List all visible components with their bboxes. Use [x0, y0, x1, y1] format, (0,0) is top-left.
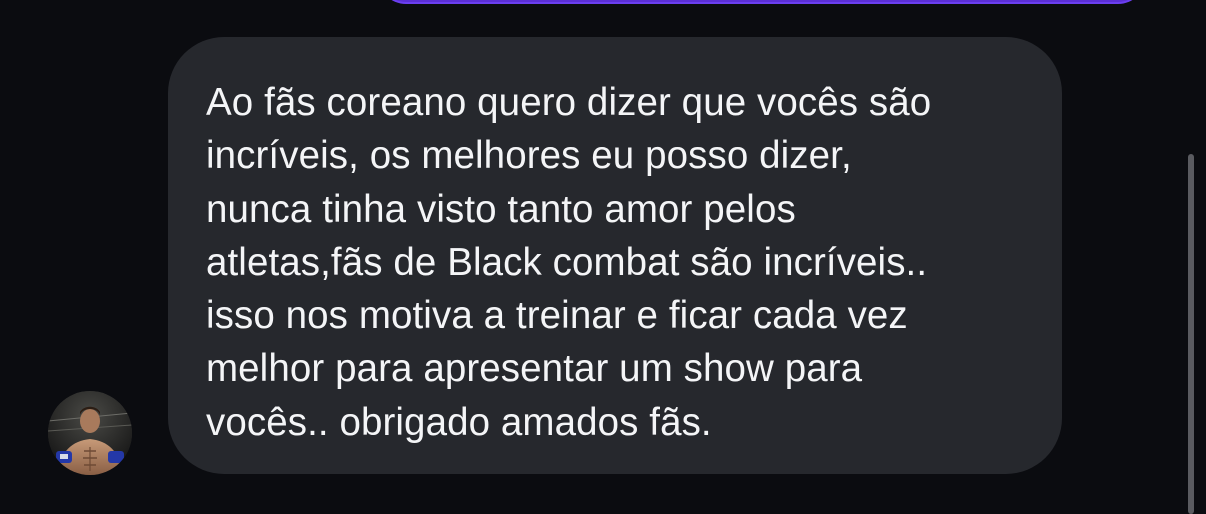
- scrollbar-thumb[interactable]: [1188, 154, 1194, 514]
- incoming-message-bubble[interactable]: Ao fãs coreano quero dizer que vocês são…: [168, 37, 1062, 474]
- fighter-avatar-icon: [48, 391, 132, 475]
- sender-avatar[interactable]: [48, 391, 132, 475]
- previous-sent-message-bubble[interactable]: [378, 0, 1146, 2]
- message-text: Ao fãs coreano quero dizer que vocês são…: [206, 81, 932, 444]
